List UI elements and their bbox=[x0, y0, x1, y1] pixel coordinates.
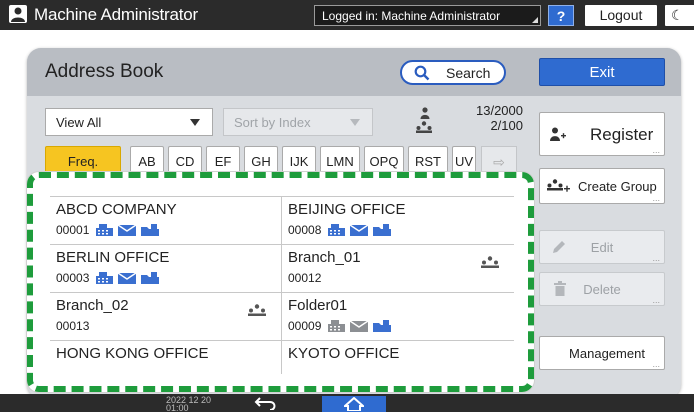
clock: 2022 12 20 01:00 bbox=[166, 396, 211, 412]
entry-destination-icons bbox=[96, 223, 159, 241]
back-icon[interactable] bbox=[254, 396, 278, 412]
entry-name: HONG KONG OFFICE bbox=[56, 345, 209, 362]
entry-destination-icons bbox=[328, 319, 391, 337]
folder-icon bbox=[373, 223, 391, 241]
entry-name: ABCD COMPANY bbox=[56, 201, 177, 218]
page-title: Address Book bbox=[45, 61, 164, 82]
dropdown-arrow-icon bbox=[190, 119, 200, 126]
night-mode-button[interactable]: ☾ bbox=[665, 5, 694, 26]
list-item[interactable]: Branch_01 00012 bbox=[282, 245, 514, 293]
edit-label: Edit bbox=[590, 240, 614, 255]
fax-icon bbox=[328, 319, 345, 337]
list-item[interactable]: Branch_02 00013 bbox=[50, 293, 282, 341]
entry-name: KYOTO OFFICE bbox=[288, 345, 400, 362]
group-icon bbox=[480, 255, 500, 273]
fax-icon bbox=[96, 223, 113, 241]
more-dots: ... bbox=[652, 193, 660, 203]
entry-name: Folder01 bbox=[288, 297, 348, 314]
email-icon bbox=[349, 223, 369, 241]
entry-name: Branch_02 bbox=[56, 297, 129, 314]
create-group-label: Create Group bbox=[578, 179, 657, 194]
management-label: Management bbox=[569, 346, 645, 361]
register-label: Register bbox=[590, 125, 654, 144]
panel-header: Address Book Search Exit bbox=[27, 48, 681, 96]
email-icon bbox=[117, 271, 137, 289]
email-icon bbox=[117, 223, 137, 241]
management-button[interactable]: Management ... bbox=[539, 336, 665, 370]
entry-number: 00008 bbox=[288, 223, 322, 237]
edit-button[interactable]: Edit ... bbox=[539, 230, 665, 264]
email-icon bbox=[349, 319, 369, 337]
entry-number: 00009 bbox=[288, 319, 322, 333]
fax-icon bbox=[328, 223, 345, 241]
list-item[interactable]: BERLIN OFFICE 00003 bbox=[50, 245, 282, 293]
address-list: ABCD COMPANY 00001 BEIJING OFFICE 00008 … bbox=[50, 196, 514, 374]
delete-label: Delete bbox=[583, 282, 621, 297]
more-dots: ... bbox=[652, 295, 660, 305]
fax-icon bbox=[96, 271, 113, 289]
search-icon bbox=[414, 65, 430, 86]
list-item[interactable]: KYOTO OFFICE bbox=[282, 341, 514, 374]
view-filter-value: View All bbox=[56, 115, 102, 130]
entry-number: 00013 bbox=[56, 319, 90, 333]
entry-name: Branch_01 bbox=[288, 249, 361, 266]
entry-number: 00003 bbox=[56, 271, 90, 285]
search-button[interactable]: Search bbox=[400, 60, 506, 85]
group-icon bbox=[247, 303, 267, 321]
entry-destination-icons bbox=[96, 271, 159, 289]
top-bar: Machine Administrator Logged in: Machine… bbox=[0, 0, 694, 30]
create-group-button[interactable]: Create Group ... bbox=[539, 168, 665, 204]
folder-icon bbox=[373, 319, 391, 337]
entry-number: 00012 bbox=[288, 271, 322, 285]
home-button[interactable] bbox=[322, 396, 386, 412]
home-icon bbox=[344, 397, 364, 411]
entry-destination-icons bbox=[328, 223, 391, 241]
logged-in-label: Logged in: Machine Administrator bbox=[322, 9, 501, 23]
admin-title: Machine Administrator bbox=[34, 5, 198, 24]
list-item[interactable]: Folder01 00009 bbox=[282, 293, 514, 341]
moon-icon: ☾ bbox=[671, 7, 684, 23]
add-user-icon bbox=[550, 127, 566, 146]
folder-icon bbox=[141, 271, 159, 289]
list-item[interactable]: BEIJING OFFICE 00008 bbox=[282, 197, 514, 245]
entry-name: BERLIN OFFICE bbox=[56, 249, 170, 266]
sort-value: Sort by Index bbox=[234, 115, 311, 130]
exit-button[interactable]: Exit bbox=[539, 58, 665, 86]
list-item[interactable]: HONG KONG OFFICE bbox=[50, 341, 282, 374]
entry-number: 00001 bbox=[56, 223, 90, 237]
more-dots: ... bbox=[652, 253, 660, 263]
register-button[interactable]: Register ... bbox=[539, 112, 665, 156]
list-item[interactable]: ABCD COMPANY 00001 bbox=[50, 197, 282, 245]
folder-icon bbox=[141, 223, 159, 241]
expand-corner-icon bbox=[532, 17, 538, 23]
user-count: 13/2000 bbox=[476, 103, 523, 118]
clock-time: 01:00 bbox=[166, 403, 189, 412]
logged-in-status[interactable]: Logged in: Machine Administrator bbox=[314, 5, 541, 26]
entry-name: BEIJING OFFICE bbox=[288, 201, 406, 218]
admin-user-icon bbox=[9, 5, 27, 23]
view-filter-select[interactable]: View All bbox=[45, 108, 213, 136]
add-group-icon bbox=[546, 179, 570, 198]
group-count-icon bbox=[415, 120, 433, 138]
search-label: Search bbox=[446, 65, 491, 81]
help-button[interactable]: ? bbox=[548, 5, 574, 26]
more-dots: ... bbox=[652, 359, 660, 369]
sort-select: Sort by Index bbox=[223, 108, 373, 136]
group-count: 2/100 bbox=[490, 118, 523, 133]
logout-button[interactable]: Logout bbox=[585, 5, 657, 26]
more-dots: ... bbox=[652, 145, 660, 155]
delete-button[interactable]: Delete ... bbox=[539, 272, 665, 306]
dropdown-arrow-icon bbox=[350, 119, 360, 126]
